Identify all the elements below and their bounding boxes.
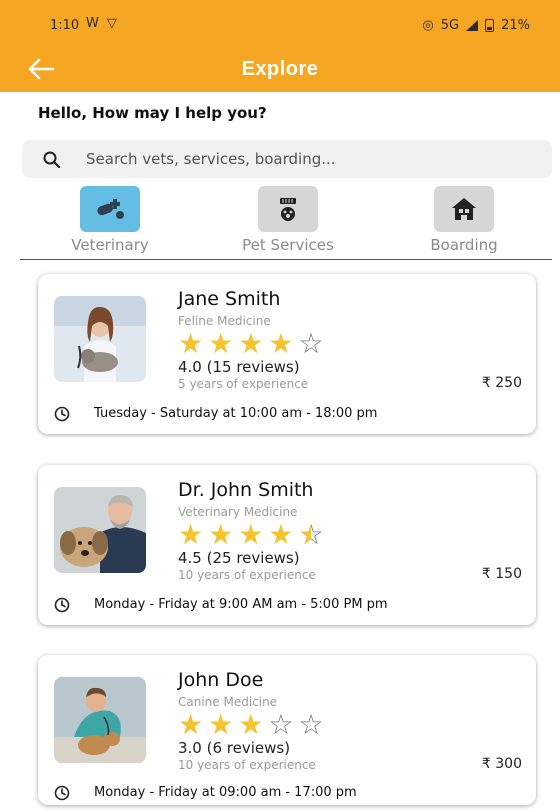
vet-specialty: Canine Medicine — [178, 695, 278, 709]
experience-text: 10 years of experience — [178, 568, 316, 582]
star-full-icon: ★ — [208, 708, 234, 741]
availability-hours: Monday - Friday at 09:00 am - 17:00 pm — [94, 785, 357, 800]
vet-name: Dr. John Smith — [178, 479, 314, 501]
battery-level: 21% — [501, 18, 530, 33]
explore-screen: 1:10 W ▽ ◎ 5G 21% Explore Hello, How may… — [0, 0, 560, 811]
star-full-icon: ★ — [178, 327, 204, 360]
header-bar: 1:10 W ▽ ◎ 5G 21% Explore — [0, 0, 560, 92]
network-label: 5G — [440, 18, 460, 33]
star-full-icon: ★ — [238, 518, 264, 551]
notification-shield-icon: ▽ — [106, 16, 117, 31]
rating-stars: ★★★★☆ — [178, 330, 324, 358]
vet-name: Jane Smith — [178, 288, 281, 310]
consultation-price: ₹ 150 — [481, 566, 522, 582]
signal-icon — [466, 20, 479, 31]
availability-hours: Tuesday - Saturday at 10:00 am - 18:00 p… — [94, 406, 378, 421]
clock-icon — [54, 785, 70, 801]
greeting-text: Hello, How may I help you? — [38, 104, 267, 122]
category-icon-box — [80, 186, 140, 232]
star-full-icon: ★ — [178, 518, 204, 551]
category-pet-services[interactable]: Pet Services — [218, 186, 358, 254]
search-icon — [43, 151, 61, 169]
rating-text: 3.0 (6 reviews) — [178, 739, 291, 757]
category-boarding[interactable]: Boarding — [394, 186, 534, 254]
experience-text: 5 years of experience — [178, 377, 309, 391]
star-full-icon: ★ — [208, 327, 234, 360]
rating-stars: ★★★★☆ — [178, 518, 324, 551]
star-full-icon: ★ — [268, 327, 294, 360]
vet-card[interactable]: John Doe Canine Medicine ★ ★ ★ ☆ ☆ 3.0 (6 re… — [38, 655, 536, 805]
category-label: Boarding — [430, 236, 498, 254]
category-label: Veterinary — [71, 236, 149, 254]
notification-w-icon: W — [86, 16, 99, 31]
vet-photo — [54, 677, 146, 763]
clock-icon — [54, 597, 70, 613]
battery-icon — [485, 19, 495, 32]
status-time: 1:10 — [50, 18, 80, 33]
pet-services-icon — [280, 198, 296, 221]
status-bar: 1:10 W ▽ ◎ 5G 21% — [0, 0, 560, 48]
hotspot-icon: ◎ — [422, 18, 434, 33]
vet-photo — [54, 487, 146, 573]
star-full-icon: ★ — [268, 518, 294, 551]
experience-text: 10 years of experience — [178, 758, 316, 772]
star-full-icon: ★ — [178, 708, 204, 741]
status-notification-icons: W ▽ — [86, 16, 117, 31]
category-veterinary[interactable]: Veterinary — [40, 186, 180, 254]
consultation-price: ₹ 250 — [481, 375, 522, 391]
category-divider — [20, 259, 552, 260]
star-half-icon: ☆ — [298, 521, 323, 550]
star-full-icon: ★ — [238, 327, 264, 360]
category-icon-box — [434, 186, 494, 232]
page-title: Explore — [241, 58, 319, 80]
rating-stars: ★ ★ ★ ☆ ☆ — [178, 711, 324, 739]
vet-card[interactable]: Dr. John Smith Veterinary Medicine ★★★★☆… — [38, 465, 536, 625]
vet-specialty: Veterinary Medicine — [178, 505, 298, 519]
star-full-icon: ★ — [208, 518, 234, 551]
clock-icon — [54, 406, 70, 422]
availability-hours: Monday - Friday at 9:00 AM am - 5:00 PM … — [94, 597, 388, 612]
category-label: Pet Services — [242, 236, 334, 254]
vet-pills-icon — [97, 199, 124, 219]
status-indicators: ◎ 5G 21% — [422, 18, 530, 33]
vet-card[interactable]: Jane Smith Feline Medicine ★ ★ ★ ★ ☆ 4.0 (15… — [38, 274, 536, 434]
search-input[interactable] — [86, 140, 536, 178]
vet-photo — [54, 296, 146, 382]
vet-specialty: Feline Medicine — [178, 314, 271, 328]
star-empty-icon: ☆ — [298, 708, 324, 741]
star-empty-icon: ☆ — [268, 708, 294, 741]
category-icon-box — [258, 186, 318, 232]
rating-text: 4.5 (25 reviews) — [178, 549, 300, 567]
rating-text: 4.0 (15 reviews) — [178, 358, 300, 376]
vet-name: John Doe — [178, 669, 264, 691]
search-bar[interactable] — [22, 140, 552, 178]
house-icon — [452, 198, 476, 220]
star-full-icon: ★ — [238, 708, 264, 741]
star-empty-icon: ☆ — [298, 327, 324, 360]
consultation-price: ₹ 300 — [481, 756, 522, 772]
